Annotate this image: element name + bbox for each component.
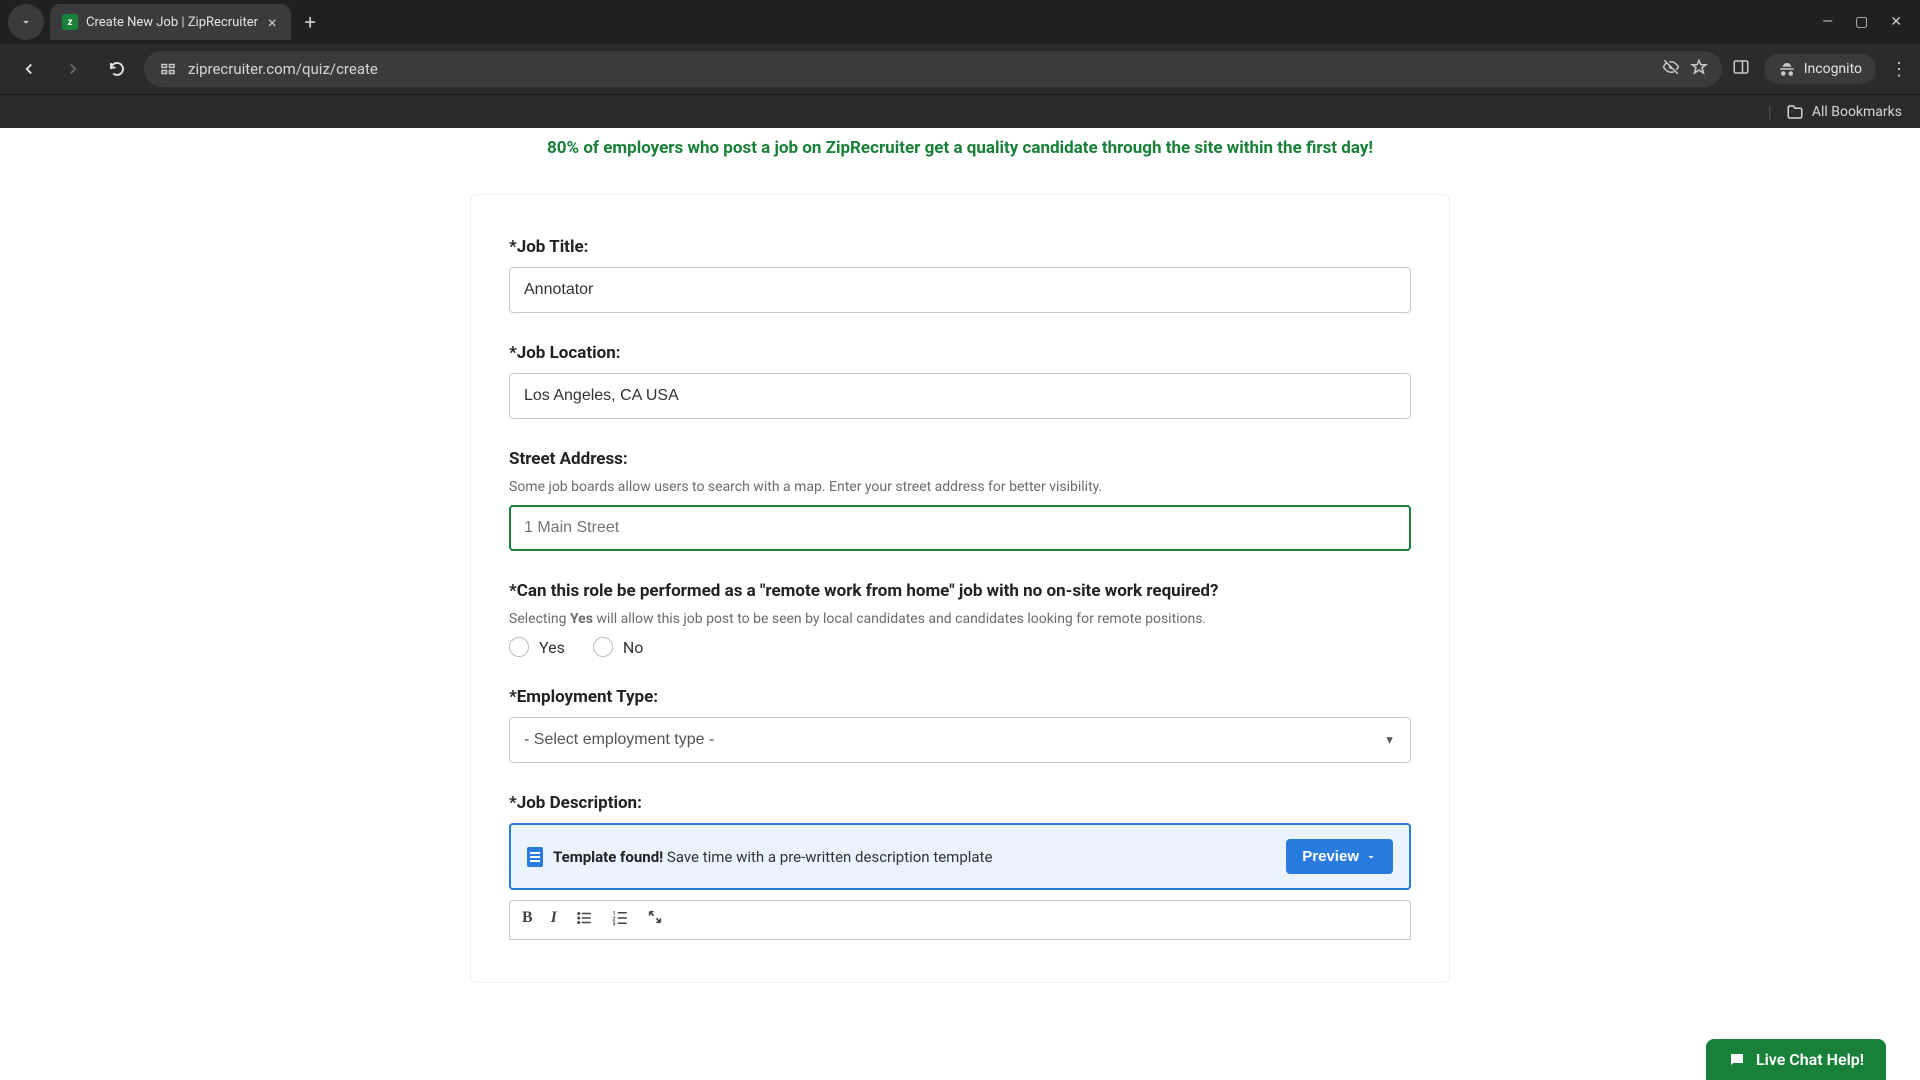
radio-remote-yes[interactable]: Yes [509,637,565,657]
svg-text:3: 3 [612,922,615,928]
radio-yes-label: Yes [539,638,565,657]
radio-no-label: No [623,638,644,657]
template-strong: Template found! [553,848,663,866]
label-job-description: *Job Description: [509,793,1411,813]
tab-search-button[interactable] [8,4,44,40]
all-bookmarks-label: All Bookmarks [1812,104,1902,120]
job-location-input[interactable] [509,373,1411,419]
template-found-banner: Template found! Save time with a pre-wri… [509,823,1411,890]
label-job-location: *Job Location: [509,343,1411,363]
field-job-location: *Job Location: [509,343,1411,419]
chat-icon [1728,1051,1746,1069]
label-remote: *Can this role be performed as a "remote… [509,581,1411,601]
tab-title: Create New Job | ZipRecruiter [86,15,258,30]
help-remote: Selecting Yes will allow this job post t… [509,611,1411,627]
label-job-title: *Job Title: [509,237,1411,257]
help-remote-suffix: will allow this job post to be seen by l… [593,611,1206,627]
site-controls-icon[interactable] [158,59,178,79]
label-employment-type: *Employment Type: [509,687,1411,707]
back-button[interactable] [12,52,46,86]
address-bar[interactable]: ziprecruiter.com/quiz/create [144,51,1722,87]
side-panel-icon[interactable] [1732,58,1750,80]
template-text: Template found! Save time with a pre-wri… [553,848,1276,866]
url-text: ziprecruiter.com/quiz/create [188,60,1652,78]
page-viewport[interactable]: 80% of employers who post a job on ZipRe… [0,128,1920,1080]
preview-button[interactable]: Preview [1286,839,1393,874]
job-form: *Job Title: *Job Location: Street Addres… [470,194,1450,983]
browser-titlebar: z Create New Job | ZipRecruiter × + — ▢ … [0,0,1920,44]
browser-menu-icon[interactable]: ⋮ [1890,59,1908,80]
incognito-indicator[interactable]: Incognito [1764,54,1876,84]
help-street-address: Some job boards allow users to search wi… [509,479,1411,495]
browser-toolbar: ziprecruiter.com/quiz/create Incognito ⋮ [0,44,1920,94]
browser-tab[interactable]: z Create New Job | ZipRecruiter × [50,4,291,40]
minimize-icon[interactable]: — [1822,14,1833,30]
radio-remote-no[interactable]: No [593,637,644,657]
incognito-label: Incognito [1804,61,1862,77]
field-remote: *Can this role be performed as a "remote… [509,581,1411,657]
eye-off-icon[interactable] [1662,58,1680,80]
italic-icon[interactable]: I [551,909,557,931]
numbered-list-icon[interactable]: 123 [611,909,629,931]
close-window-icon[interactable]: ✕ [1890,14,1902,30]
close-tab-icon[interactable]: × [266,11,279,34]
bookmarks-bar: | All Bookmarks [0,94,1920,128]
label-street-address: Street Address: [509,449,1411,469]
forward-button[interactable] [56,52,90,86]
street-address-input[interactable] [509,505,1411,551]
bold-icon[interactable]: B [522,909,533,931]
reload-button[interactable] [100,52,134,86]
new-tab-button[interactable]: + [291,10,330,34]
field-street-address: Street Address: Some job boards allow us… [509,449,1411,551]
radio-circle-icon [593,637,613,657]
bookmark-star-icon[interactable] [1690,58,1708,80]
help-remote-bold: Yes [570,611,593,627]
employment-type-select[interactable] [509,717,1411,763]
promo-banner: 80% of employers who post a job on ZipRe… [0,128,1920,172]
window-controls: — ▢ ✕ [1822,14,1912,30]
maximize-icon[interactable]: ▢ [1855,14,1868,30]
bullet-list-icon[interactable] [575,909,593,931]
editor-toolbar: B I 123 [509,900,1411,940]
document-icon [527,847,543,867]
preview-label: Preview [1302,848,1359,865]
field-employment-type: *Employment Type: [509,687,1411,763]
job-title-input[interactable] [509,267,1411,313]
expand-icon[interactable] [647,909,663,931]
favicon-icon: z [62,14,78,30]
chevron-down-icon [1365,851,1377,863]
live-chat-button[interactable]: Live Chat Help! [1706,1039,1886,1080]
help-remote-prefix: Selecting [509,611,570,627]
all-bookmarks-button[interactable]: All Bookmarks [1786,103,1902,121]
field-job-description: *Job Description: Template found! Save t… [509,793,1411,940]
field-job-title: *Job Title: [509,237,1411,313]
live-chat-label: Live Chat Help! [1756,1050,1864,1069]
radio-circle-icon [509,637,529,657]
template-rest: Save time with a pre-written description… [663,848,992,866]
